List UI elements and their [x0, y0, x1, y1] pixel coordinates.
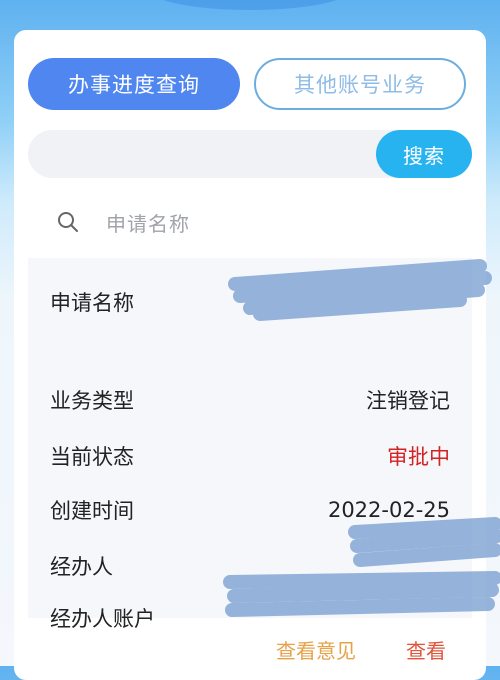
redaction-scribble — [348, 517, 500, 567]
field-label: 经办人 — [50, 555, 113, 579]
status-value: 审批中 — [387, 445, 450, 469]
tab-progress-query-label: 办事进度查询 — [68, 73, 200, 97]
search-input[interactable]: 搜索 — [28, 130, 472, 178]
field-label: 业务类型 — [50, 389, 134, 413]
field-business-type: 业务类型 注销登记 — [50, 382, 450, 418]
header-decoration — [150, 0, 350, 10]
tab-other-account-business[interactable]: 其他账号业务 — [254, 58, 466, 110]
view-link[interactable]: 查看 — [406, 634, 446, 664]
field-label: 申请名称 — [50, 291, 134, 315]
filter-placeholder: 申请名称 — [106, 211, 190, 236]
field-label: 当前状态 — [50, 445, 134, 469]
field-label: 经办人账户 — [50, 607, 155, 631]
field-value: 注销登记 — [366, 389, 450, 413]
field-label: 创建时间 — [50, 499, 134, 523]
view-label: 查看 — [406, 638, 446, 663]
field-current-status: 当前状态 审批中 — [50, 438, 450, 474]
application-name-filter[interactable]: 申请名称 — [28, 198, 472, 246]
view-opinion-link[interactable]: 查看意见 — [276, 634, 356, 664]
redaction-scribble — [223, 571, 500, 617]
view-opinion-label: 查看意见 — [276, 638, 356, 663]
search-button-label: 搜索 — [403, 143, 445, 168]
tab-progress-query[interactable]: 办事进度查询 — [28, 58, 240, 110]
redaction-scribble — [228, 259, 492, 321]
search-icon — [58, 212, 78, 232]
search-button[interactable]: 搜索 — [376, 130, 472, 178]
tab-other-account-label: 其他账号业务 — [294, 73, 426, 97]
